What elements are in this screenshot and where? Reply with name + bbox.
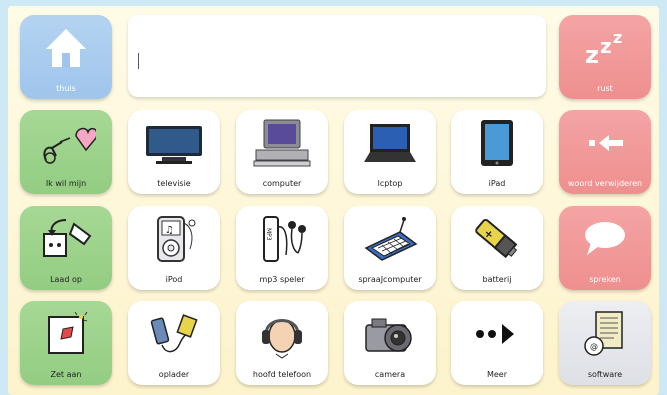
ipod-label: iPod (165, 275, 183, 284)
text-caret (138, 53, 139, 69)
speech-computer-label: spraaJcomputer (358, 275, 422, 284)
mp3-player-button[interactable]: MP3 mp3 speler (236, 206, 328, 290)
speech-computer-button[interactable]: spraaJcomputer (344, 206, 436, 290)
sleep-zzz-icon: z z z (559, 21, 651, 75)
camera-button[interactable]: camera (344, 301, 436, 385)
home-label: thuis (56, 84, 76, 93)
mp3-player-icon: MP3 (236, 212, 328, 266)
camera-label: camera (374, 370, 406, 379)
software-button[interactable]: @ software (559, 301, 651, 385)
delete-word-button[interactable]: woord verwijderen (559, 110, 651, 194)
charger-button[interactable]: oplader (128, 301, 220, 385)
headphones-label: hoofd telefoon (252, 370, 312, 379)
television-button[interactable]: televisie (128, 110, 220, 194)
more-button[interactable]: Meer (451, 301, 543, 385)
charge-label: Laad op (50, 275, 82, 284)
charger-icon (128, 307, 220, 361)
svg-text:MP3: MP3 (265, 228, 272, 241)
more-dots-arrow-icon (451, 307, 543, 361)
want-heart-icon (20, 116, 112, 170)
svg-text:♫: ♫ (165, 225, 174, 236)
laptop-label: lcptop (377, 179, 403, 188)
rest-label: rust (597, 84, 613, 93)
software-disc-icon: @ (559, 307, 651, 361)
speak-button[interactable]: spreken (559, 206, 651, 290)
computer-label: computer (262, 179, 302, 188)
camera-icon (344, 307, 436, 361)
message-bar[interactable] (128, 15, 546, 97)
speech-device-icon (344, 212, 436, 266)
home-button[interactable]: thuis (20, 15, 112, 99)
i-want-my-button[interactable]: Ik wil mijn (20, 110, 112, 194)
headphones-icon (236, 307, 328, 361)
power-switch-icon (20, 307, 112, 361)
charger-label: oplader (158, 370, 190, 379)
ipad-button[interactable]: iPad (451, 110, 543, 194)
speak-label: spreken (589, 275, 621, 284)
ipad-label: iPad (488, 179, 506, 188)
television-icon (128, 116, 220, 170)
svg-text:z: z (613, 28, 622, 47)
delete-word-label: woord verwijderen (567, 179, 643, 188)
mp3-player-label: mp3 speler (259, 275, 305, 284)
ipod-icon: ♫ (128, 212, 220, 266)
home-icon (20, 21, 112, 75)
ipod-button[interactable]: ♫ iPod (128, 206, 220, 290)
svg-text:@: @ (590, 342, 598, 351)
computer-icon (236, 116, 328, 170)
plug-socket-icon (20, 212, 112, 266)
television-label: televisie (157, 179, 191, 188)
tablet-icon (451, 116, 543, 170)
svg-text:z: z (585, 41, 599, 69)
battery-button[interactable]: + batterij (451, 206, 543, 290)
turn-on-button[interactable]: Zet aan (20, 301, 112, 385)
battery-icon: + (451, 212, 543, 266)
speech-bubble-icon (559, 212, 651, 266)
app-frame: thuis z z z rust Ik wil mijn televisie c… (0, 0, 667, 395)
svg-text:z: z (600, 34, 612, 58)
backspace-arrow-icon (559, 116, 651, 170)
rest-button[interactable]: z z z rust (559, 15, 651, 99)
laptop-icon (344, 116, 436, 170)
turn-on-label: Zet aan (50, 370, 82, 379)
charge-button[interactable]: Laad op (20, 206, 112, 290)
i-want-my-label: Ik wil mijn (45, 179, 87, 188)
software-label: software (587, 370, 623, 379)
headphones-button[interactable]: hoofd telefoon (236, 301, 328, 385)
battery-label: batterij (482, 275, 512, 284)
laptop-button[interactable]: lcptop (344, 110, 436, 194)
computer-button[interactable]: computer (236, 110, 328, 194)
more-label: Meer (486, 370, 508, 379)
